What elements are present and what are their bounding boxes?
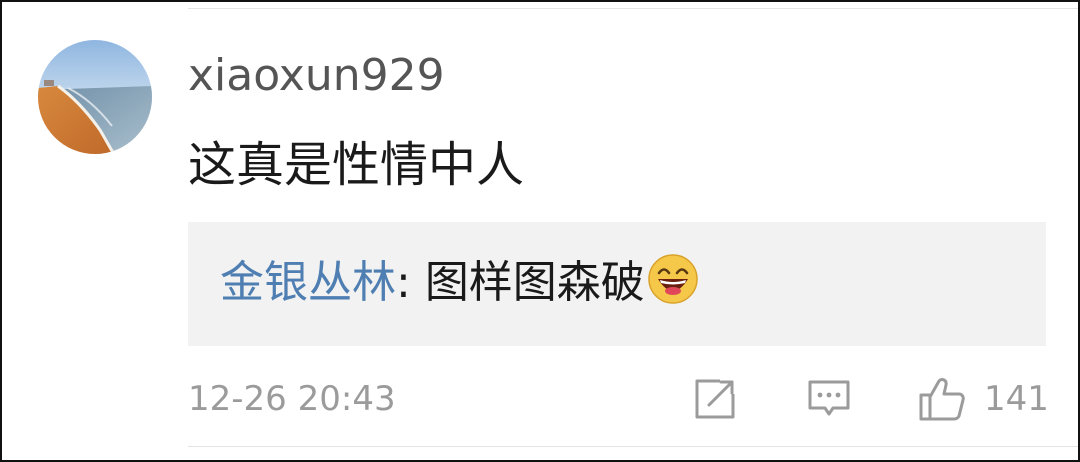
- thumbs-up-icon: [919, 378, 965, 421]
- like-button[interactable]: 141: [918, 374, 1049, 424]
- bottom-divider: [188, 446, 1078, 447]
- comment-card: xiaoxun929 这真是性情中人 金银丛林: 图样图森破 12-26 20:…: [0, 0, 1080, 462]
- timestamp: 12-26 20:43: [188, 379, 396, 419]
- edit-share-icon: [695, 379, 735, 419]
- reply-author[interactable]: 金银丛林: [220, 257, 396, 308]
- avatar[interactable]: [38, 40, 152, 154]
- comment-bubble-icon: [808, 380, 850, 416]
- laughing-face-icon: [647, 253, 699, 305]
- comment-text: 这真是性情中人: [188, 137, 525, 193]
- top-divider: [188, 8, 1078, 9]
- reply-separator: :: [396, 257, 425, 308]
- comment-button[interactable]: [806, 374, 852, 424]
- reply-line: 金银丛林: 图样图森破: [220, 252, 699, 314]
- reply-text: 图样图森破: [424, 257, 645, 308]
- reply-box[interactable]: 金银丛林: 图样图森破: [188, 222, 1046, 346]
- like-count: 141: [984, 379, 1049, 419]
- username[interactable]: xiaoxun929: [188, 46, 445, 106]
- share-button[interactable]: [692, 374, 738, 424]
- beach-avatar-image: [38, 40, 152, 154]
